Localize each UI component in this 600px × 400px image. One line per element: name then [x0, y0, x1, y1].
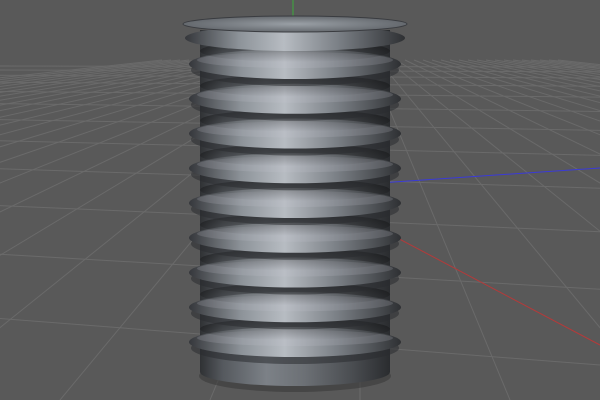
grid-line: [0, 59, 172, 81]
grid-line: [0, 59, 217, 94]
grid-line: [0, 59, 208, 90]
viewport-scene[interactable]: [0, 0, 600, 400]
3d-viewport[interactable]: [0, 0, 600, 400]
grid-line: [0, 59, 163, 79]
ribbed-cylinder-object[interactable]: [182, 15, 408, 392]
